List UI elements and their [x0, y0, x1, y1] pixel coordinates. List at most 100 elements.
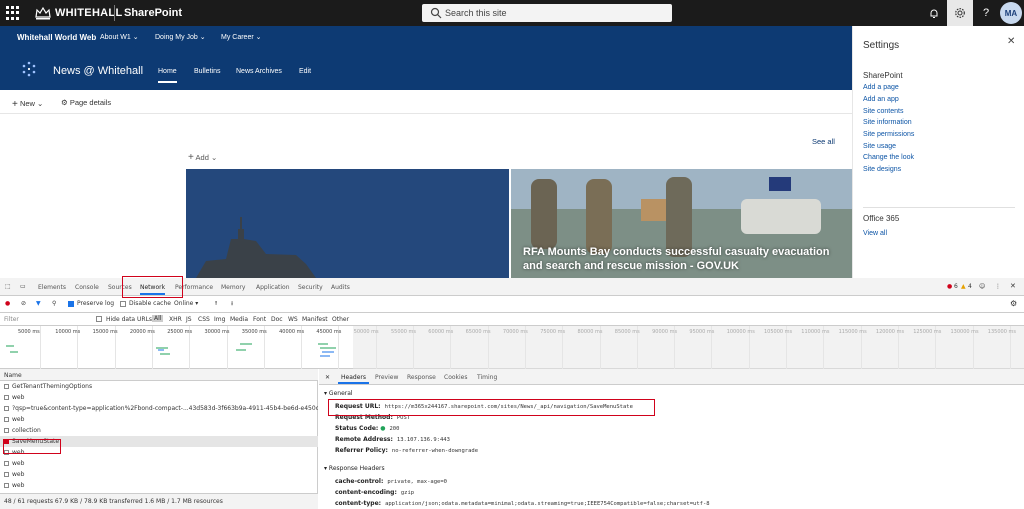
header-value[interactable]: 13.107.136.9:443: [397, 437, 450, 443]
header-value[interactable]: no-referrer-when-downgrade: [392, 448, 478, 454]
record-icon[interactable]: ●: [5, 300, 10, 307]
disable-cache-checkbox[interactable]: [120, 301, 126, 307]
resource-type-icon: [4, 395, 9, 400]
avatar[interactable]: MA: [1000, 2, 1022, 24]
site-logo-icon[interactable]: [20, 60, 38, 78]
hub-name[interactable]: Whitehall World Web: [17, 33, 96, 42]
filter-type-img[interactable]: Img: [214, 316, 225, 323]
site-nav-news-archives[interactable]: News Archives: [236, 68, 282, 75]
header-value[interactable]: 200: [389, 426, 399, 432]
site-nav-edit[interactable]: Edit: [299, 68, 311, 75]
tab-audits[interactable]: Audits: [331, 284, 350, 291]
filter-type-all[interactable]: All: [152, 315, 164, 322]
filter-type-manifest[interactable]: Manifest: [302, 316, 328, 323]
crown-logo-icon[interactable]: [34, 4, 52, 22]
site-nav-bulletins[interactable]: Bulletins: [194, 68, 220, 75]
hero-news-image-ship[interactable]: [186, 169, 509, 278]
clear-icon[interactable]: ⊘: [21, 300, 26, 307]
site-nav-home[interactable]: Home: [158, 68, 177, 83]
see-all-link[interactable]: See all: [812, 137, 835, 146]
hero-news-image-soldiers[interactable]: RFA Mounts Bay conducts successful casua…: [511, 169, 852, 278]
filter-type-ws[interactable]: WS: [288, 316, 298, 323]
search-icon[interactable]: ⚲: [52, 300, 56, 307]
hub-nav-doing-my-job[interactable]: Doing My Job ⌄: [155, 33, 206, 41]
header-value[interactable]: private, max-age=0: [387, 479, 447, 485]
settings-gear-icon[interactable]: [947, 0, 973, 26]
request-name: ?qsp=true&content-type=application%2Fbon…: [12, 405, 318, 412]
app-name[interactable]: SharePoint: [124, 7, 182, 19]
tab-preview[interactable]: Preview: [375, 374, 398, 381]
tab-response[interactable]: Response: [407, 374, 436, 381]
general-section-toggle[interactable]: ▾ General: [324, 390, 353, 397]
tab-cookies[interactable]: Cookies: [444, 374, 468, 381]
header-value[interactable]: gzip: [401, 490, 414, 496]
site-information-link[interactable]: Site information: [863, 119, 912, 126]
site-title[interactable]: News @ Whitehall: [53, 65, 143, 77]
device-toolbar-icon[interactable]: ▭: [20, 283, 26, 290]
tab-console[interactable]: Console: [75, 284, 99, 291]
hub-nav-my-career[interactable]: My Career ⌄: [221, 33, 262, 41]
app-launcher-icon[interactable]: [6, 6, 20, 20]
change-the-look-link[interactable]: Change the look: [863, 154, 914, 161]
preserve-log-checkbox[interactable]: [68, 301, 74, 307]
notifications-bell-icon[interactable]: [921, 0, 947, 26]
site-usage-link[interactable]: Site usage: [863, 143, 896, 150]
request-row[interactable]: web: [0, 414, 318, 425]
tab-security[interactable]: Security: [298, 284, 323, 291]
timeline-tick-label: 15000 ms: [92, 329, 118, 335]
search-box[interactable]: Search this site: [422, 4, 672, 22]
column-header-name[interactable]: Name: [0, 369, 318, 381]
filter-type-xhr[interactable]: XHR: [169, 316, 182, 323]
request-row[interactable]: ?qsp=true&content-type=application%2Fbon…: [0, 403, 318, 414]
add-section-button[interactable]: + Add ⌄: [188, 152, 217, 163]
tab-elements[interactable]: Elements: [38, 284, 66, 291]
close-details-icon[interactable]: ✕: [325, 374, 330, 381]
import-har-icon[interactable]: ⭱: [215, 299, 217, 309]
hero-caption[interactable]: RFA Mounts Bay conducts successful casua…: [523, 245, 843, 273]
add-a-page-link[interactable]: Add a page: [863, 84, 899, 91]
throttling-select[interactable]: Online ▾: [174, 300, 198, 307]
request-row[interactable]: web: [0, 469, 318, 480]
more-options-icon[interactable]: ⋮: [995, 283, 1001, 290]
network-overview-timeline[interactable]: 5000 ms 10000 ms 15000 ms 20000 ms 25000 ms 3…: [0, 326, 1024, 369]
filter-type-js[interactable]: JS: [186, 316, 192, 323]
inspect-element-icon[interactable]: ⬚: [5, 283, 11, 290]
error-count[interactable]: 6: [954, 283, 958, 290]
new-label: New: [19, 99, 35, 108]
request-row[interactable]: collection: [0, 425, 318, 436]
response-headers-section-toggle[interactable]: ▾ Response Headers: [324, 465, 385, 472]
hub-nav-about-w1[interactable]: About W1 ⌄: [100, 33, 139, 41]
network-settings-gear-icon[interactable]: ⚙: [1010, 299, 1017, 308]
page-details-button[interactable]: ⚙ Page details: [61, 98, 111, 107]
warning-count[interactable]: 4: [968, 283, 972, 290]
tab-headers[interactable]: Headers: [338, 374, 369, 384]
request-row[interactable]: web: [0, 458, 318, 469]
filter-type-font[interactable]: Font: [253, 316, 266, 323]
close-icon[interactable]: ✕: [1007, 36, 1015, 47]
filter-type-media[interactable]: Media: [230, 316, 248, 323]
tab-application[interactable]: Application: [256, 284, 290, 291]
add-an-app-link[interactable]: Add an app: [863, 96, 899, 103]
filter-type-css[interactable]: CSS: [198, 316, 210, 323]
tab-timing[interactable]: Timing: [477, 374, 497, 381]
request-row[interactable]: GetTenantThemingOptions: [0, 381, 318, 392]
hide-data-urls-checkbox[interactable]: [96, 316, 102, 322]
close-devtools-icon[interactable]: ✕: [1010, 282, 1016, 290]
header-value[interactable]: application/json;odata.metadata=minimal;…: [385, 501, 710, 507]
filter-input[interactable]: Filter: [4, 316, 19, 323]
filter-icon[interactable]: ▼: [36, 300, 41, 307]
site-contents-link[interactable]: Site contents: [863, 108, 903, 115]
feedback-icon[interactable]: ☺: [979, 283, 985, 290]
site-designs-link[interactable]: Site designs: [863, 166, 901, 173]
new-button[interactable]: + New ⌄: [12, 98, 43, 110]
filter-type-doc[interactable]: Doc: [271, 316, 283, 323]
site-permissions-link[interactable]: Site permissions: [863, 131, 914, 138]
filter-type-other[interactable]: Other: [332, 316, 349, 323]
request-row[interactable]: web: [0, 480, 318, 491]
export-har-icon[interactable]: ⭳: [231, 299, 233, 309]
tab-memory[interactable]: Memory: [221, 284, 245, 291]
brand-name[interactable]: WHITEHALL: [55, 7, 122, 19]
view-all-link[interactable]: View all: [863, 230, 887, 237]
help-icon[interactable]: ?: [973, 0, 999, 26]
request-row[interactable]: web: [0, 392, 318, 403]
